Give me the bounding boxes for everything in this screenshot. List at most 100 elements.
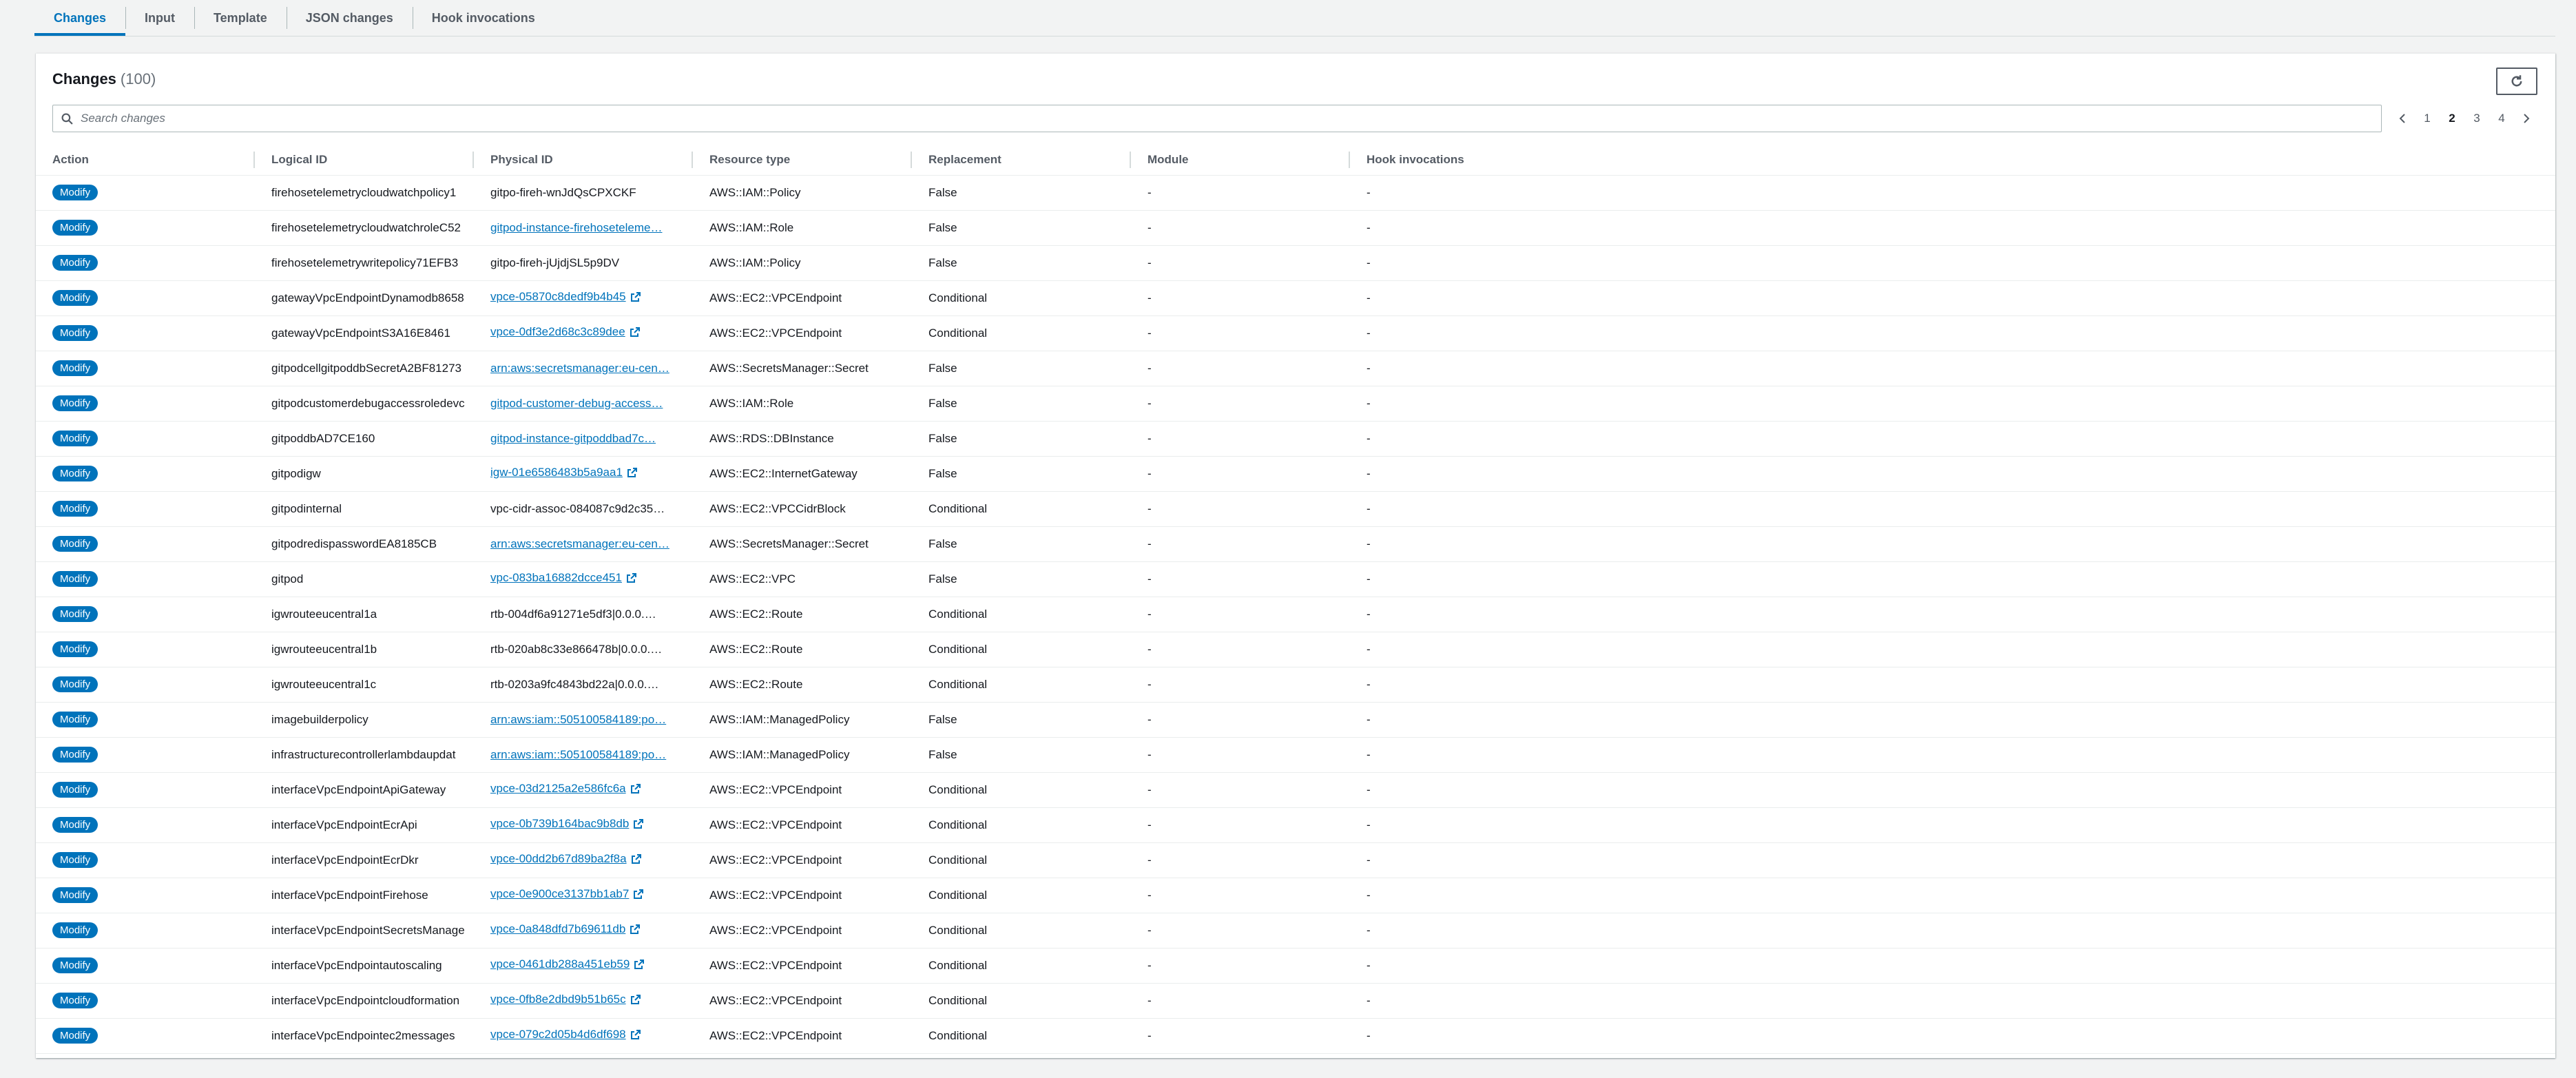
tab-label: Changes	[54, 10, 107, 25]
replacement-cell: False	[912, 526, 1131, 562]
hook-invocations-cell: -	[1350, 632, 2555, 667]
table-row[interactable]: Modify gitpoddbAD7CE160 gitpod-instance-gi…	[36, 421, 2555, 457]
resource-type-cell: AWS::EC2::InternetGateway	[693, 456, 912, 492]
resource-type-cell: AWS::IAM::Role	[693, 210, 912, 246]
table-row[interactable]: Modify imagebuilderpolicy arn:aws:iam::505…	[36, 702, 2555, 738]
column-header-hook-invocations[interactable]: Hook invocations	[1350, 145, 2555, 176]
replacement-cell: Conditional	[912, 491, 1131, 527]
table-row[interactable]: Modify gatewayVpcEndpointS3A16E8461 vpce-0…	[36, 315, 2555, 351]
logical-id-cell: gitpodigw	[255, 456, 474, 492]
action-cell: Modify	[36, 597, 255, 632]
page-1-button[interactable]: 1	[2416, 107, 2438, 129]
replacement-cell: Conditional	[912, 772, 1131, 808]
action-badge: Modify	[52, 922, 98, 938]
physical-id-link[interactable]: vpce-0b739b164bac9b8db	[490, 817, 629, 830]
table-row[interactable]: Modify gitpodcellgitpoddbSecretA2BF81273 a…	[36, 351, 2555, 386]
physical-id-cell: vpce-0df3e2d68c3c89dee	[474, 315, 693, 351]
prev-page-button[interactable]	[2391, 107, 2413, 129]
table-row[interactable]: Modify interfaceVpcEndpointec2messages vpc…	[36, 1018, 2555, 1054]
physical-id-link[interactable]: arn:aws:secretsmanager:eu-cen…	[490, 537, 669, 550]
column-header-module[interactable]: Module	[1131, 145, 1350, 176]
logical-id-cell: igwrouteeucentral1a	[255, 597, 474, 632]
replacement-cell: False	[912, 245, 1131, 281]
module-cell: -	[1131, 210, 1350, 246]
physical-id-link[interactable]: arn:aws:iam::505100584189:po…	[490, 713, 666, 726]
table-row[interactable]: Modify gitpodcustomerdebugaccessroledevc g…	[36, 386, 2555, 422]
resource-type-cell: AWS::IAM::ManagedPolicy	[693, 702, 912, 738]
physical-id-link[interactable]: gitpod-instance-firehoseteleme…	[490, 221, 662, 234]
physical-id-link[interactable]: vpce-0df3e2d68c3c89dee	[490, 325, 625, 338]
physical-id-link[interactable]: vpc-083ba16882dcce451	[490, 571, 622, 584]
table-row[interactable]: Modify interfaceVpcEndpointFirehose vpce-0…	[36, 878, 2555, 913]
physical-id-link[interactable]: gitpod-customer-debug-access…	[490, 397, 663, 410]
physical-id-link[interactable]: arn:aws:secretsmanager:eu-cen…	[490, 362, 669, 375]
tab-input[interactable]: Input	[125, 0, 194, 36]
resource-type-cell: AWS::EC2::VPCEndpoint	[693, 772, 912, 808]
action-badge: Modify	[52, 957, 98, 973]
table-row[interactable]: Modify firehosetelemetrycloudwatchroleC52…	[36, 210, 2555, 246]
refresh-button[interactable]	[2496, 68, 2537, 95]
action-badge: Modify	[52, 185, 98, 200]
physical-id-link[interactable]: vpce-0fb8e2dbd9b51b65c	[490, 993, 626, 1006]
resource-type-cell: AWS::EC2::VPCCidrBlock	[693, 491, 912, 527]
table-row[interactable]: Modify infrastructurecontrollerlambdaupda…	[36, 737, 2555, 773]
hook-invocations-cell: -	[1350, 878, 2555, 913]
column-header-action[interactable]: Action	[36, 145, 255, 176]
column-header-logical-id[interactable]: Logical ID	[255, 145, 474, 176]
hook-invocations-cell: -	[1350, 175, 2555, 211]
physical-id-link[interactable]: vpce-0461db288a451eb59	[490, 957, 630, 971]
tab-template[interactable]: Template	[194, 0, 287, 36]
table-row[interactable]: Modify gitpodinternal vpc-cidr-assoc-08408…	[36, 491, 2555, 527]
physical-id-link[interactable]: gitpod-instance-gitpoddbad7c…	[490, 432, 656, 445]
physical-id-link[interactable]: vpce-0a848dfd7b69611db	[490, 922, 625, 935]
panel-title: Changes (100)	[52, 70, 156, 88]
physical-id-link[interactable]: arn:aws:iam::505100584189:po…	[490, 748, 666, 761]
table-row[interactable]: Modify interfaceVpcEndpointcloudformation…	[36, 983, 2555, 1019]
table-row[interactable]: Modify igwrouteeucentral1b rtb-020ab8c33e8…	[36, 632, 2555, 667]
logical-id-cell: interfaceVpcEndpointcloudformation	[255, 983, 474, 1019]
table-row[interactable]: Modify interfaceVpcEndpointEcrDkr vpce-00d…	[36, 842, 2555, 878]
module-cell: -	[1131, 351, 1350, 386]
tab-json-changes[interactable]: JSON changes	[286, 0, 413, 36]
physical-id-link[interactable]: vpce-03d2125a2e586fc6a	[490, 782, 626, 795]
table-row[interactable]: Modify gitpodredispasswordEA8185CB arn:aws…	[36, 526, 2555, 562]
physical-id-link[interactable]: vpce-00dd2b67d89ba2f8a	[490, 852, 627, 865]
page-3-button[interactable]: 3	[2466, 107, 2488, 129]
page-4-button[interactable]: 4	[2491, 107, 2513, 129]
table-row[interactable]: Modify igwrouteeucentral1a rtb-004df6a9127…	[36, 597, 2555, 632]
table-row[interactable]: Modify firehosetelemetrywritepolicy71EFB3…	[36, 245, 2555, 281]
module-cell: -	[1131, 561, 1350, 597]
physical-id-link[interactable]: igw-01e6586483b5a9aa1	[490, 466, 623, 479]
search-input[interactable]	[81, 105, 2381, 132]
action-badge: Modify	[52, 325, 98, 341]
table-row[interactable]: Modify interfaceVpcEndpointSecretsManage v…	[36, 913, 2555, 949]
table-row[interactable]: Modify interfaceVpcEndpointEcrApi vpce-0b7…	[36, 807, 2555, 843]
table-row[interactable]: Modify gitpod vpc-083ba16882dcce451 AWS::EC…	[36, 561, 2555, 597]
page-2-button[interactable]: 2	[2441, 107, 2463, 129]
tab-hook-invocations[interactable]: Hook invocations	[412, 0, 554, 36]
column-header-replacement[interactable]: Replacement	[912, 145, 1131, 176]
physical-id-cell: arn:aws:secretsmanager:eu-cen…	[474, 526, 693, 562]
action-cell: Modify	[36, 351, 255, 386]
column-header-physical-id[interactable]: Physical ID	[474, 145, 693, 176]
next-page-button[interactable]	[2515, 107, 2537, 129]
logical-id-cell: interfaceVpcEndpointec2messages	[255, 1018, 474, 1054]
table-row[interactable]: Modify igwrouteeucentral1c rtb-0203a9fc484…	[36, 667, 2555, 703]
module-cell: -	[1131, 597, 1350, 632]
changes-table: Action Logical ID Physical ID Resource t…	[36, 145, 2555, 1054]
column-header-resource-type[interactable]: Resource type	[693, 145, 912, 176]
physical-id-link[interactable]: vpce-0e900ce3137bb1ab7	[490, 887, 629, 900]
table-row[interactable]: Modify interfaceVpcEndpointApiGateway vpce…	[36, 772, 2555, 808]
physical-id-link[interactable]: vpce-079c2d05b4d6df698	[490, 1028, 626, 1041]
hook-invocations-cell: -	[1350, 772, 2555, 808]
table-row[interactable]: Modify interfaceVpcEndpointautoscaling vpc…	[36, 948, 2555, 984]
action-cell: Modify	[36, 1018, 255, 1054]
table-row[interactable]: Modify gitpodigw igw-01e6586483b5a9aa1 AWS:…	[36, 456, 2555, 492]
action-badge: Modify	[52, 360, 98, 376]
logical-id-cell: gitpoddbAD7CE160	[255, 421, 474, 457]
resource-type-cell: AWS::SecretsManager::Secret	[693, 351, 912, 386]
physical-id-link[interactable]: vpce-05870c8dedf9b4b45	[490, 290, 626, 303]
tab-changes[interactable]: Changes	[34, 0, 126, 36]
table-row[interactable]: Modify firehosetelemetrycloudwatchpolicy1…	[36, 175, 2555, 211]
table-row[interactable]: Modify gatewayVpcEndpointDynamodb8658 vpce…	[36, 280, 2555, 316]
